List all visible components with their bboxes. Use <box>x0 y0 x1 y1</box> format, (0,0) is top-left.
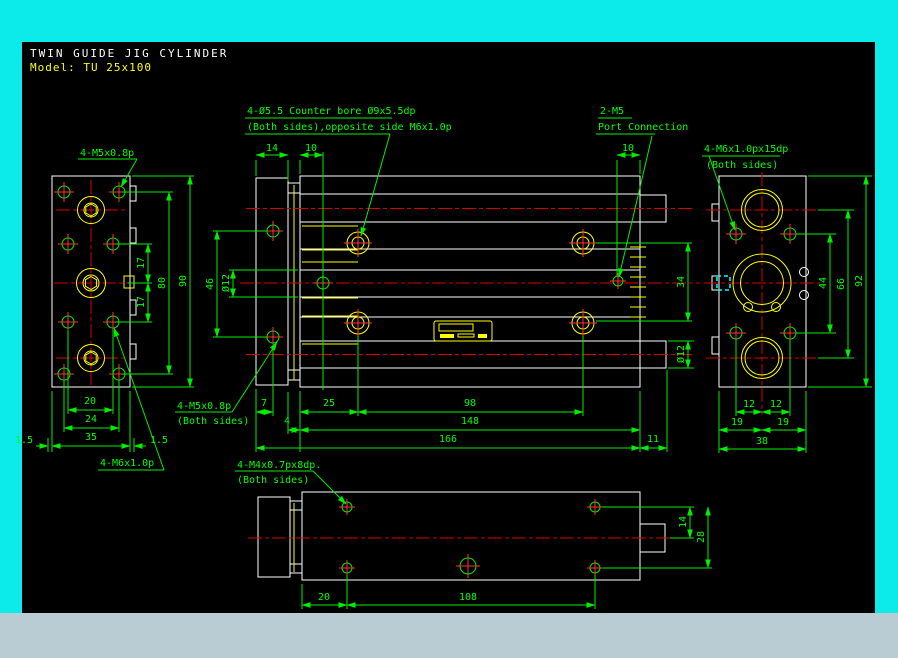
dim-108: 108 <box>459 592 477 603</box>
dim-34: 34 <box>676 276 687 288</box>
label-m5-side-1: 4-M5x0.8p <box>177 401 231 412</box>
dim-17a: 17 <box>136 257 147 269</box>
label-counterbore-2: (Both sides),opposite side M6x1.0p <box>247 122 452 133</box>
dim-46: 46 <box>205 278 216 290</box>
label-m6x15dp-1: 4-M6x1.0px15dp <box>704 144 788 155</box>
dim-1-5-left: 1.5 <box>15 435 33 446</box>
label-m6x15dp-2: (Both sides) <box>706 160 778 171</box>
dim-20: 20 <box>84 396 96 407</box>
dim-12b: 12 <box>770 399 782 410</box>
dim-14: 14 <box>266 143 278 154</box>
cad-viewer-window: TWIN GUIDE JIG CYLINDER Model: TU 25x100… <box>0 0 898 658</box>
label-port-1: 2-M5 <box>600 106 624 117</box>
drawing-model: Model: TU 25x100 <box>30 61 152 74</box>
label-m6-bottom: 4-M6x1.0p <box>100 458 154 469</box>
dim-80: 80 <box>157 277 168 289</box>
cad-drawing: TWIN GUIDE JIG CYLINDER Model: TU 25x100… <box>0 0 898 658</box>
dim-10b: 10 <box>622 143 634 154</box>
dim-7: 7 <box>261 398 267 409</box>
dim-17b: 17 <box>136 296 147 308</box>
dim-24: 24 <box>85 414 97 425</box>
label-m4-1: 4-M4x0.7px8dp. <box>237 460 321 471</box>
dim-92: 92 <box>854 275 865 287</box>
drawing-title: TWIN GUIDE JIG CYLINDER <box>30 47 228 60</box>
dim-25: 25 <box>323 398 335 409</box>
dim-20b: 20 <box>318 592 330 603</box>
dim-14b: 14 <box>678 516 689 528</box>
dim-19b: 19 <box>777 417 789 428</box>
dim-19a: 19 <box>731 417 743 428</box>
label-m5-top: 4-M5x0.8p <box>80 148 134 159</box>
window-bottom-strip <box>0 613 898 658</box>
dim-44: 44 <box>818 277 829 289</box>
label-m5-side-2: (Both sides) <box>177 416 249 427</box>
dim-10a: 10 <box>305 143 317 154</box>
label-port-2: Port Connection <box>598 122 688 133</box>
dim-4: 4 <box>284 416 290 427</box>
dim-66: 66 <box>836 278 847 290</box>
dim-35: 35 <box>85 432 97 443</box>
dim-dia12-left: Ø12 <box>220 274 232 292</box>
dim-12a: 12 <box>743 399 755 410</box>
dim-166: 166 <box>439 434 457 445</box>
dim-dia12-right: Ø12 <box>675 345 687 363</box>
dim-11: 11 <box>647 434 659 445</box>
dim-28: 28 <box>696 531 707 543</box>
dim-148: 148 <box>461 416 479 427</box>
label-m4-2: (Both sides) <box>237 475 309 486</box>
dim-38: 38 <box>756 436 768 447</box>
label-counterbore-1: 4-Ø5.5 Counter bore Ø9x5.5dp <box>247 105 416 117</box>
dim-90: 90 <box>178 275 189 287</box>
dim-98: 98 <box>464 398 476 409</box>
